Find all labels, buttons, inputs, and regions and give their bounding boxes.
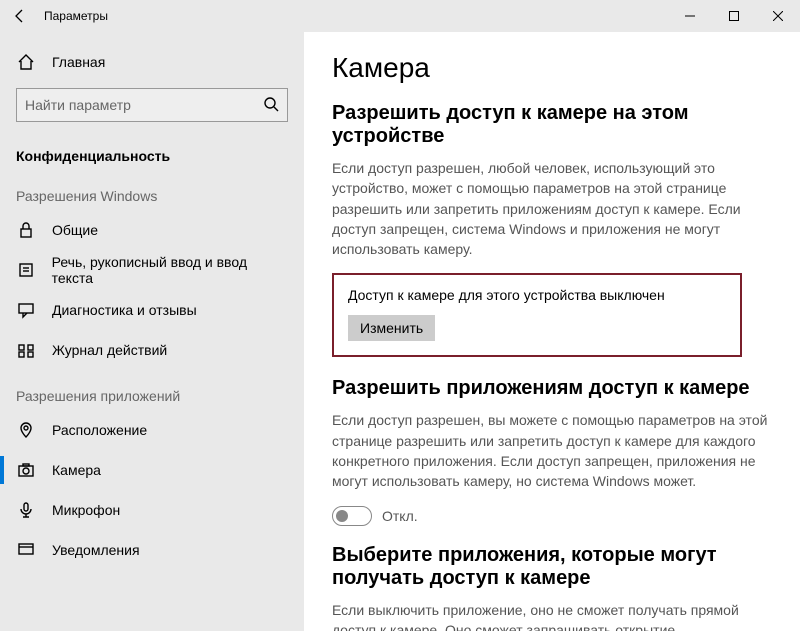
sidebar-section-apps: Разрешения приложений <box>0 370 304 410</box>
sidebar-item-activity[interactable]: Журнал действий <box>0 330 304 370</box>
sidebar-item-notifications[interactable]: Уведомления <box>0 530 304 570</box>
sidebar-home[interactable]: Главная <box>0 42 304 82</box>
sidebar: Главная Найти параметр Конфиденциальност… <box>0 32 304 631</box>
section2-heading: Разрешить приложениям доступ к камере <box>332 377 772 400</box>
camera-access-box: Доступ к камере для этого устройства вык… <box>332 273 742 357</box>
main-content: Камера Разрешить доступ к камере на этом… <box>304 32 800 631</box>
search-placeholder: Найти параметр <box>25 97 131 113</box>
home-icon <box>16 52 36 72</box>
section2-text: Если доступ разрешен, вы можете с помощь… <box>332 410 772 491</box>
sidebar-item-label: Камера <box>52 462 101 478</box>
sidebar-item-label: Общие <box>52 222 98 238</box>
activity-icon <box>16 340 36 360</box>
sidebar-section-windows: Разрешения Windows <box>0 170 304 210</box>
sidebar-item-label: Уведомления <box>52 542 140 558</box>
section1-text: Если доступ разрешен, любой человек, исп… <box>332 158 772 259</box>
location-icon <box>16 420 36 440</box>
back-button[interactable] <box>0 0 40 32</box>
section3-heading: Выберите приложения, которые могут получ… <box>332 544 772 590</box>
change-button[interactable]: Изменить <box>348 315 435 341</box>
lock-icon <box>16 220 36 240</box>
sidebar-item-label: Речь, рукописный ввод и ввод текста <box>52 254 288 286</box>
window-title: Параметры <box>44 9 108 23</box>
app-access-toggle[interactable] <box>332 506 372 526</box>
sidebar-category: Конфиденциальность <box>0 130 304 170</box>
title-bar: Параметры <box>0 0 800 32</box>
camera-status-text: Доступ к камере для этого устройства вык… <box>348 287 726 303</box>
search-input[interactable]: Найти параметр <box>16 88 288 122</box>
minimize-button[interactable] <box>668 0 712 32</box>
sidebar-item-microphone[interactable]: Микрофон <box>0 490 304 530</box>
microphone-icon <box>16 500 36 520</box>
sidebar-item-label: Журнал действий <box>52 342 167 358</box>
section3-text: Если выключить приложение, оно не сможет… <box>332 600 772 631</box>
toggle-label: Откл. <box>382 508 418 524</box>
sidebar-item-speech[interactable]: Речь, рукописный ввод и ввод текста <box>0 250 304 290</box>
sidebar-item-general[interactable]: Общие <box>0 210 304 250</box>
speech-icon <box>16 260 36 280</box>
camera-icon <box>16 460 36 480</box>
page-title: Камера <box>332 52 772 84</box>
sidebar-item-label: Микрофон <box>52 502 120 518</box>
sidebar-item-label: Расположение <box>52 422 147 438</box>
search-icon <box>263 96 279 115</box>
sidebar-item-camera[interactable]: Камера <box>0 450 304 490</box>
close-button[interactable] <box>756 0 800 32</box>
app-access-toggle-row: Откл. <box>332 506 772 526</box>
sidebar-item-label: Диагностика и отзывы <box>52 302 197 318</box>
sidebar-item-location[interactable]: Расположение <box>0 410 304 450</box>
window-controls <box>668 0 800 32</box>
sidebar-item-diagnostics[interactable]: Диагностика и отзывы <box>0 290 304 330</box>
maximize-button[interactable] <box>712 0 756 32</box>
feedback-icon <box>16 300 36 320</box>
sidebar-label: Главная <box>52 54 105 70</box>
section1-heading: Разрешить доступ к камере на этом устрой… <box>332 102 772 148</box>
notifications-icon <box>16 540 36 560</box>
